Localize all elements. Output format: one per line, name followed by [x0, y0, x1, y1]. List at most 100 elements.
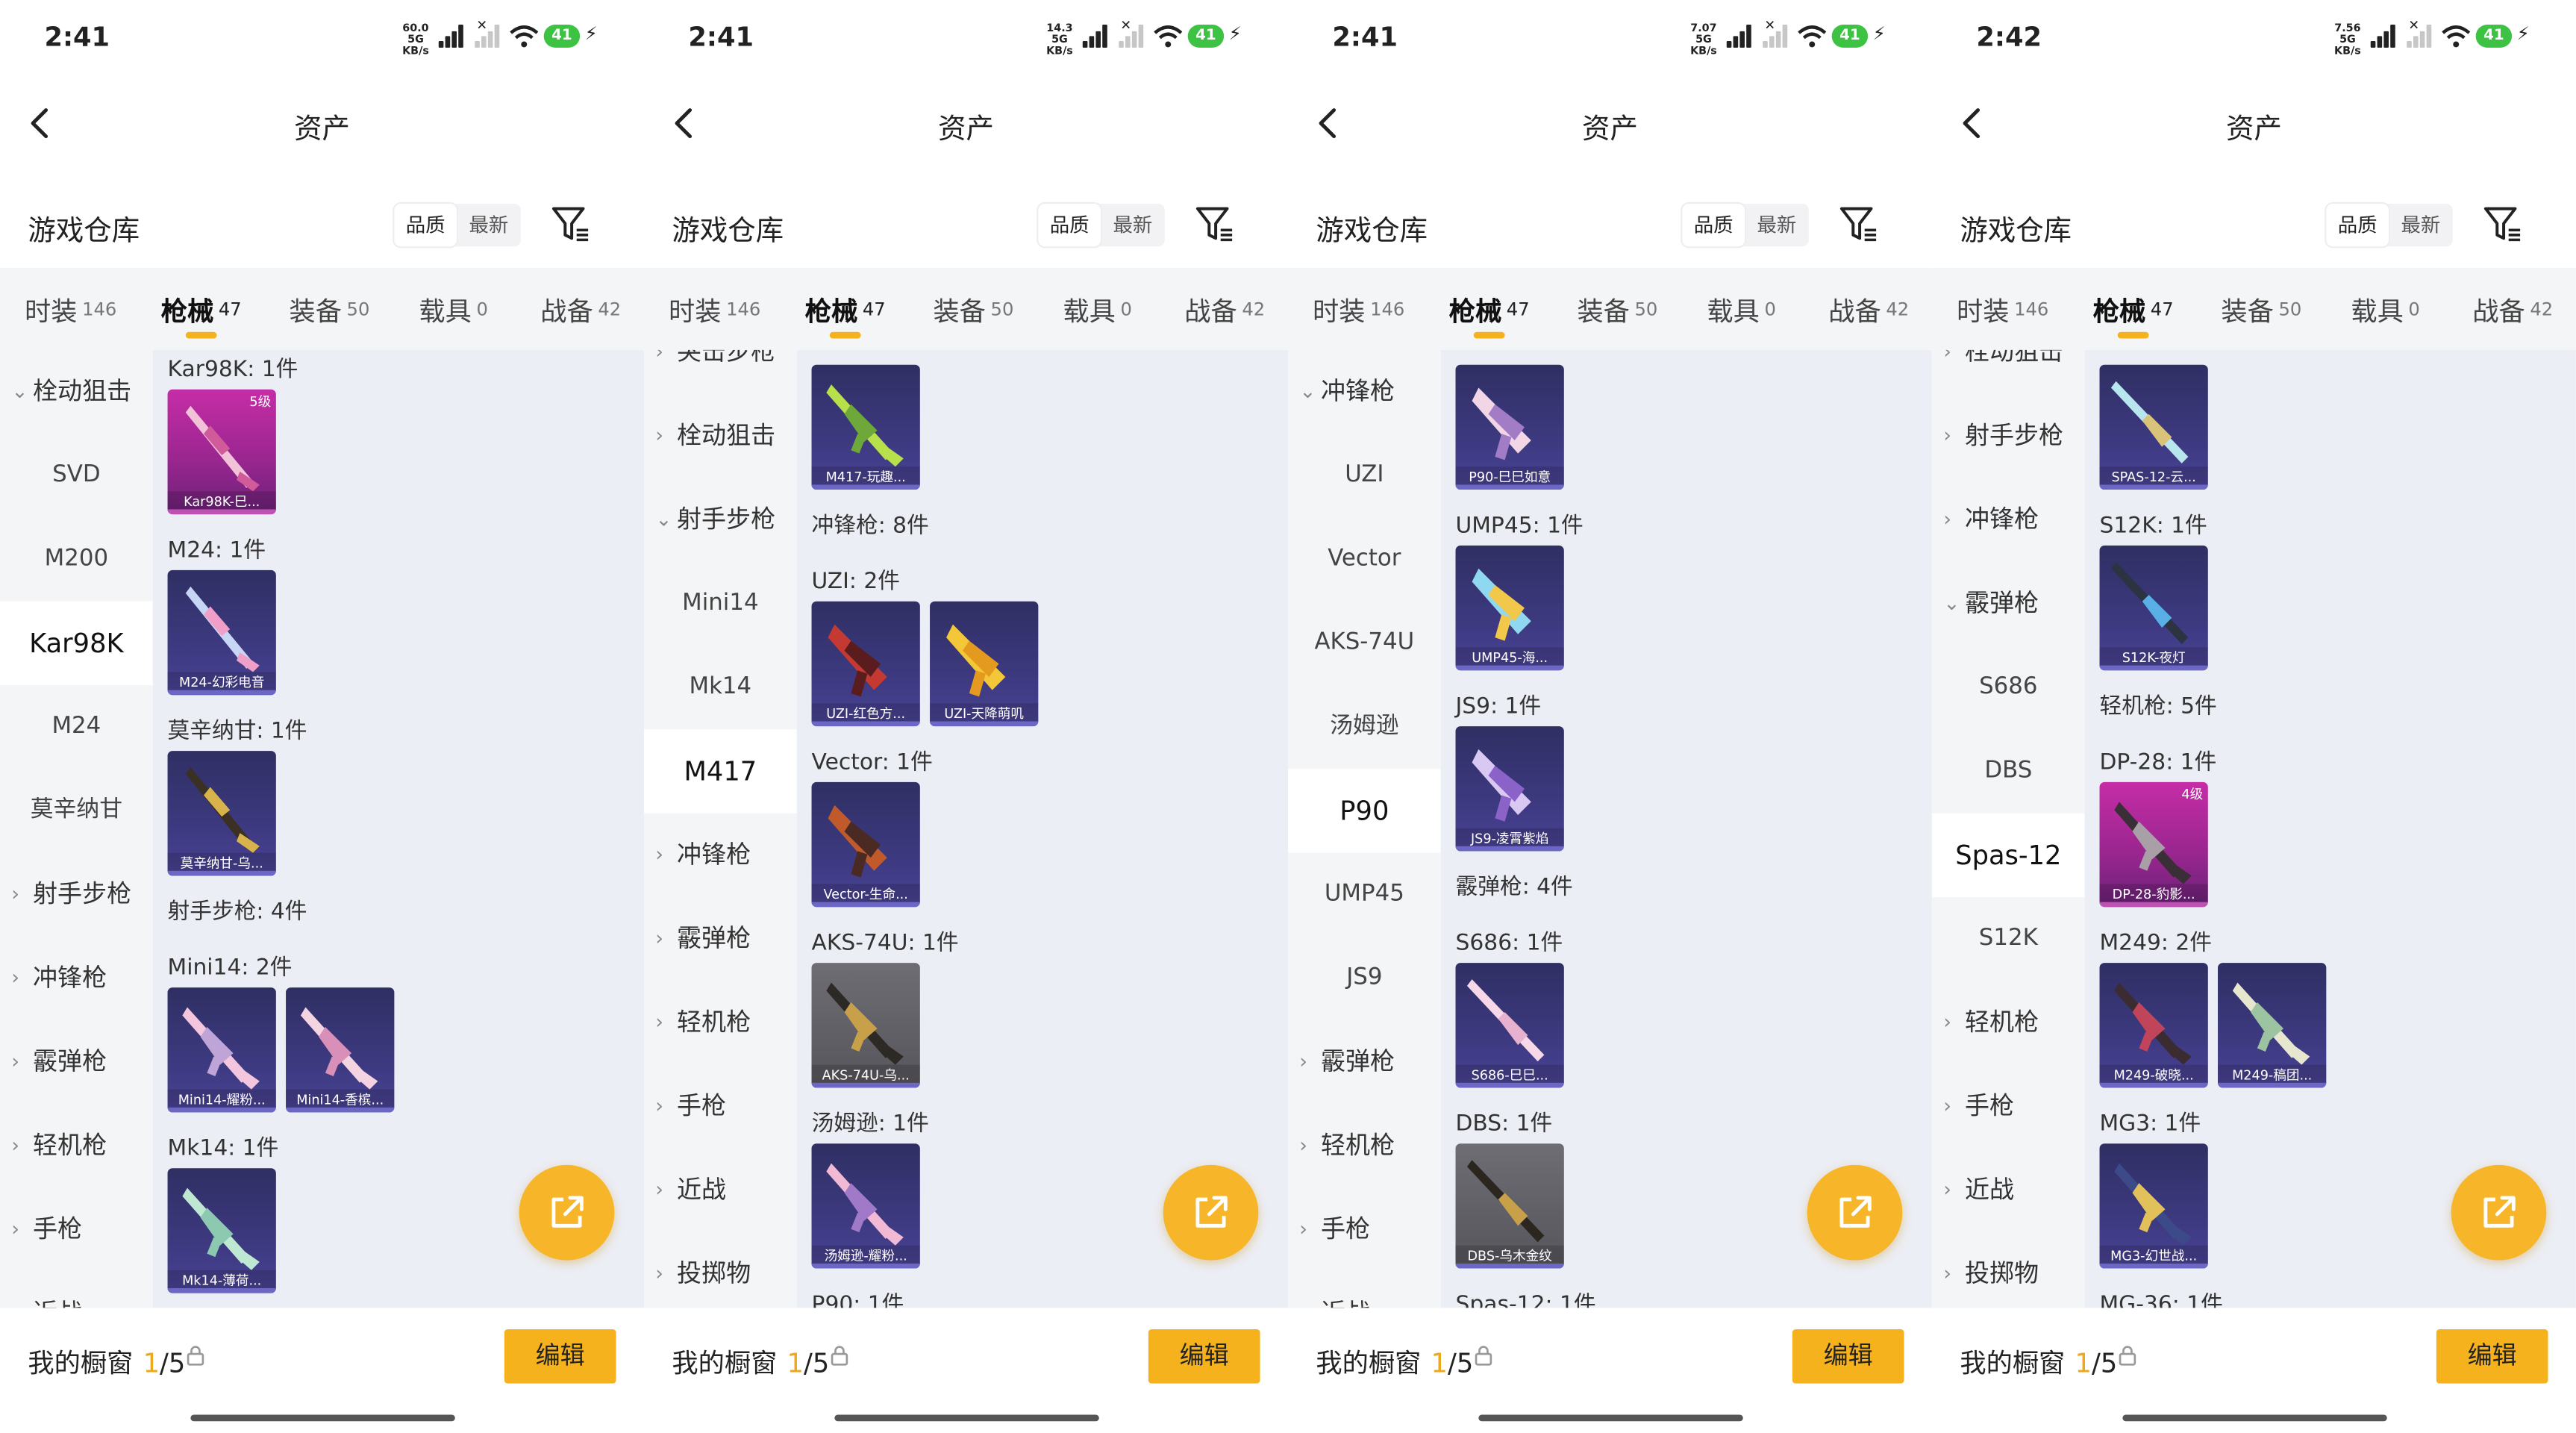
- sidebar-item[interactable]: › 投掷物: [644, 1232, 797, 1308]
- sidebar-item[interactable]: DBS: [1932, 729, 2085, 813]
- tab-3[interactable]: 装备 50: [289, 289, 369, 328]
- edit-button[interactable]: 编辑: [1148, 1329, 1260, 1384]
- sidebar-item[interactable]: › 近战: [1288, 1272, 1441, 1308]
- sort-latest-button[interactable]: 最新: [1745, 204, 1809, 246]
- sidebar-item[interactable]: › 栓动狙击: [644, 394, 797, 478]
- skin-card[interactable]: DBS-乌木金纹: [1455, 1143, 1564, 1269]
- sidebar-item[interactable]: › 手枪: [1288, 1188, 1441, 1272]
- sidebar-item[interactable]: › 近战: [0, 1272, 153, 1308]
- skin-card[interactable]: Mini14-耀粉...: [167, 987, 276, 1113]
- sidebar-item[interactable]: JS9: [1288, 937, 1441, 1020]
- sidebar-item[interactable]: › 轻机枪: [644, 981, 797, 1064]
- share-button[interactable]: [1807, 1164, 1903, 1261]
- tab-2[interactable]: 枪械 47: [2093, 289, 2174, 328]
- sidebar-item[interactable]: › 轻机枪: [1288, 1104, 1441, 1187]
- sort-latest-button[interactable]: 最新: [2389, 204, 2453, 246]
- sort-quality-button[interactable]: 品质: [1682, 203, 1745, 247]
- tab-3[interactable]: 装备 50: [1577, 289, 1657, 328]
- tab-1[interactable]: 时装 146: [1313, 289, 1404, 328]
- tab-1[interactable]: 时装 146: [25, 289, 116, 328]
- skin-card[interactable]: M249-稿团...: [2218, 963, 2327, 1088]
- sidebar-item[interactable]: ⌄ 冲锋枪: [1288, 350, 1441, 434]
- sidebar-item[interactable]: AKS-74U: [1288, 602, 1441, 685]
- sidebar-item[interactable]: › 冲锋枪: [644, 814, 797, 897]
- skin-card[interactable]: Mini14-香槟...: [286, 987, 395, 1113]
- skin-card[interactable]: SPAS-12-云...: [2099, 364, 2208, 490]
- skin-card[interactable]: 汤姆逊-耀粉...: [811, 1143, 920, 1269]
- tab-2[interactable]: 枪械 47: [1449, 289, 1530, 328]
- sidebar-item[interactable]: › 手枪: [0, 1188, 153, 1272]
- skin-card[interactable]: Mk14-薄荷...: [167, 1168, 276, 1293]
- tab-3[interactable]: 装备 50: [2221, 289, 2301, 328]
- sidebar-item[interactable]: › 霰弹枪: [1288, 1020, 1441, 1104]
- sort-quality-button[interactable]: 品质: [2326, 203, 2389, 247]
- sidebar-item[interactable]: Spas-12: [1931, 813, 2085, 898]
- sort-latest-button[interactable]: 最新: [457, 204, 521, 246]
- sidebar-item[interactable]: › 近战: [644, 1149, 797, 1232]
- sidebar-item[interactable]: › 霰弹枪: [644, 897, 797, 981]
- tab-2[interactable]: 枪械 47: [805, 289, 886, 328]
- sidebar-item[interactable]: S12K: [1932, 897, 2085, 981]
- sort-latest-button[interactable]: 最新: [1101, 204, 1165, 246]
- skin-card[interactable]: JS9-凌霄紫焰: [1455, 726, 1564, 852]
- skin-card[interactable]: Vector-生命...: [811, 781, 920, 908]
- share-button[interactable]: [1163, 1164, 1259, 1261]
- tab-5[interactable]: 战备 42: [2472, 289, 2553, 328]
- share-button[interactable]: [2451, 1164, 2547, 1261]
- filter-icon[interactable]: [548, 202, 591, 245]
- sidebar-item[interactable]: UMP45: [1288, 853, 1441, 937]
- sidebar-item[interactable]: Mini14: [644, 562, 797, 646]
- sidebar-item[interactable]: 莫辛纳甘: [0, 769, 153, 852]
- sidebar-item[interactable]: › 冲锋枪: [0, 937, 153, 1020]
- edit-button[interactable]: 编辑: [2436, 1329, 2548, 1384]
- skin-card[interactable]: S686-巳巳...: [1455, 963, 1564, 1088]
- sort-quality-button[interactable]: 品质: [394, 203, 457, 247]
- sidebar-item[interactable]: S686: [1932, 646, 2085, 729]
- skin-card[interactable]: 5级 Kar98K-巳...: [167, 389, 276, 515]
- skin-card[interactable]: AKS-74U-乌...: [811, 963, 920, 1088]
- tab-1[interactable]: 时装 146: [669, 289, 760, 328]
- sidebar-item[interactable]: Mk14: [644, 646, 797, 729]
- skin-card[interactable]: M249-破晓...: [2099, 963, 2208, 1088]
- sidebar-item[interactable]: › 近战: [1932, 1149, 2085, 1232]
- skin-card[interactable]: UZI-天降萌叽: [930, 601, 1039, 727]
- skin-card[interactable]: M417-玩趣...: [811, 364, 920, 490]
- tab-2[interactable]: 枪械 47: [161, 289, 242, 328]
- sidebar-item[interactable]: › 冲锋枪: [1932, 478, 2085, 562]
- tab-3[interactable]: 装备 50: [933, 289, 1013, 328]
- sidebar-item[interactable]: › 突击步枪: [644, 350, 797, 394]
- sort-quality-button[interactable]: 品质: [1038, 203, 1101, 247]
- sidebar-item[interactable]: ⌄ 射手步枪: [644, 478, 797, 562]
- tab-4[interactable]: 载具 0: [1707, 289, 1775, 328]
- skin-card[interactable]: MG3-幻世战...: [2099, 1143, 2208, 1269]
- skin-card[interactable]: UZI-红色方...: [811, 601, 920, 727]
- sidebar-item[interactable]: M24: [0, 685, 153, 769]
- sidebar-item[interactable]: › 射手步枪: [0, 853, 153, 937]
- tab-5[interactable]: 战备 42: [1828, 289, 1909, 328]
- skin-card[interactable]: M24-幻彩电音: [167, 569, 276, 696]
- sidebar-item[interactable]: 汤姆逊: [1288, 685, 1441, 769]
- sidebar-item[interactable]: Vector: [1288, 517, 1441, 601]
- filter-icon[interactable]: [2480, 202, 2523, 245]
- tab-1[interactable]: 时装 146: [1957, 289, 2048, 328]
- sidebar-item[interactable]: › 轻机枪: [0, 1104, 153, 1187]
- sidebar-item[interactable]: Kar98K: [0, 601, 153, 686]
- sidebar-item[interactable]: ⌄ 霰弹枪: [1932, 562, 2085, 646]
- tab-4[interactable]: 载具 0: [419, 289, 487, 328]
- sidebar-item[interactable]: › 射手步枪: [1932, 394, 2085, 478]
- sidebar-item[interactable]: P90: [1287, 769, 1441, 853]
- tab-5[interactable]: 战备 42: [540, 289, 621, 328]
- tab-4[interactable]: 载具 0: [2351, 289, 2419, 328]
- edit-button[interactable]: 编辑: [504, 1329, 616, 1384]
- tab-5[interactable]: 战备 42: [1184, 289, 1265, 328]
- sidebar-item[interactable]: M417: [643, 729, 797, 814]
- skin-card[interactable]: 莫辛纳甘-乌...: [167, 751, 276, 876]
- sidebar-item[interactable]: › 霰弹枪: [0, 1020, 153, 1104]
- filter-icon[interactable]: [1836, 202, 1879, 245]
- sidebar-item[interactable]: › 投掷物: [1932, 1232, 2085, 1308]
- sidebar-item[interactable]: M200: [0, 517, 153, 601]
- sidebar-item[interactable]: › 栓动狙击: [1932, 350, 2085, 394]
- sidebar-item[interactable]: › 手枪: [644, 1065, 797, 1149]
- sidebar-item[interactable]: ⌄ 栓动狙击: [0, 350, 153, 434]
- share-button[interactable]: [519, 1164, 615, 1261]
